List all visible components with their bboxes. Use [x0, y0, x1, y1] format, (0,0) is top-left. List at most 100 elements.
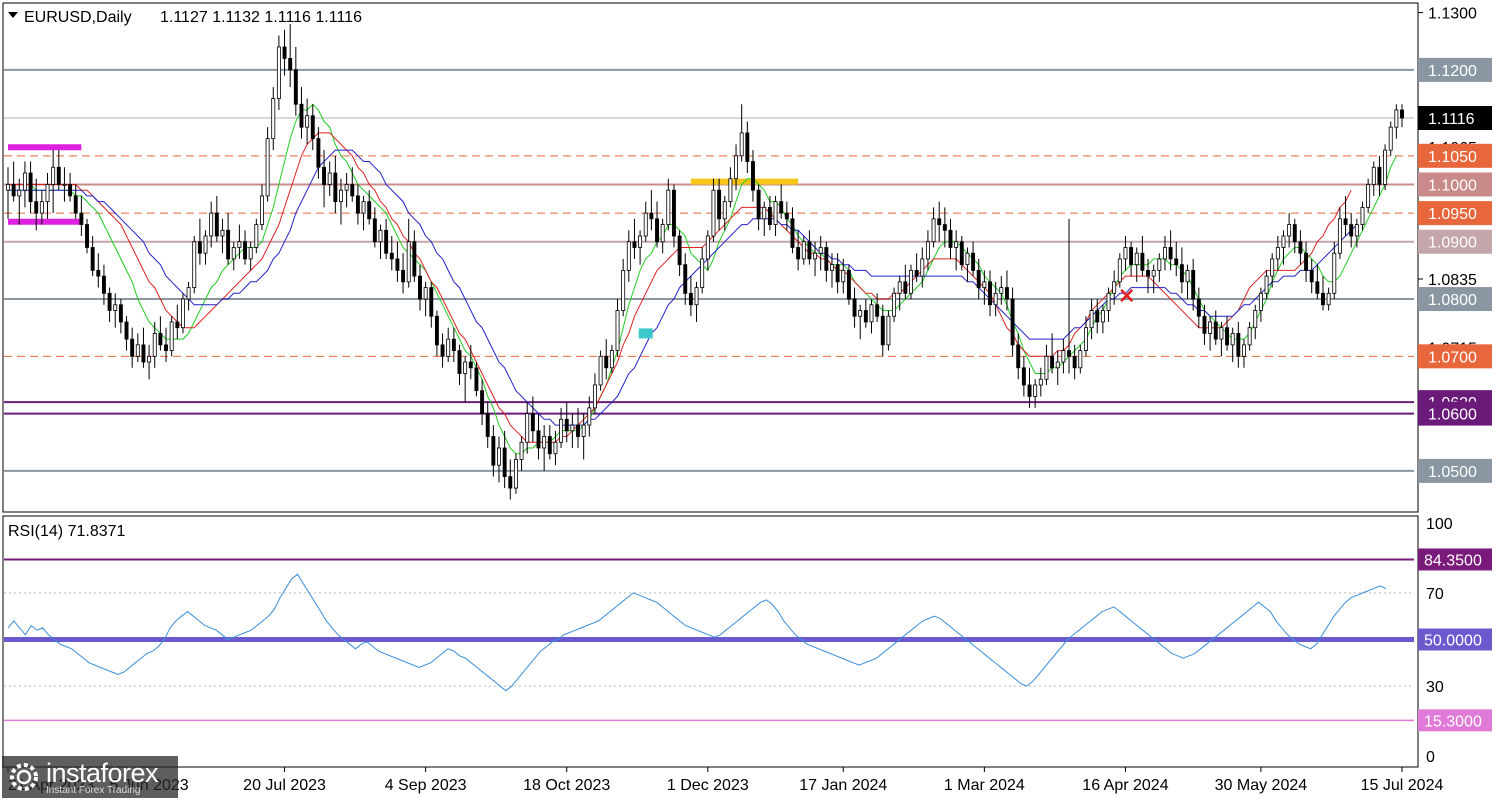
candle-body [841, 269, 846, 283]
level-tag-label: 1.0800 [1428, 292, 1477, 309]
candle-body [739, 132, 744, 157]
candle-body [418, 275, 422, 300]
candle-body [1377, 166, 1382, 185]
candle-body [643, 212, 648, 237]
candle-body [6, 184, 10, 191]
candle-body [474, 367, 479, 392]
marker-square [638, 328, 653, 339]
candle-body [327, 172, 332, 185]
candle-body [1021, 367, 1026, 386]
candle-body [1326, 292, 1331, 306]
candle-body [1213, 321, 1218, 340]
candle-body [169, 321, 174, 351]
rsi-levels [4, 558, 1414, 722]
candle-body [1151, 269, 1156, 277]
candle-body [152, 333, 157, 357]
candle-body [1004, 287, 1009, 300]
dropdown-triangle-icon[interactable] [8, 12, 18, 18]
candle-body [1394, 109, 1399, 128]
candle-body [875, 304, 880, 317]
candle-body [1100, 310, 1105, 323]
candle-body [728, 178, 733, 203]
candle-body [344, 184, 349, 191]
candle-body [513, 459, 518, 489]
candle-body [807, 241, 812, 260]
candle-body [406, 241, 411, 283]
candle-body [322, 166, 327, 185]
candle-body [96, 269, 101, 277]
candle-body [508, 476, 513, 489]
candle-body [113, 304, 118, 311]
candle-body [779, 201, 784, 214]
candle-body [914, 269, 919, 277]
candle-body [1349, 224, 1354, 237]
symbol-label: EURUSD,Daily [24, 9, 132, 26]
candle-body [576, 424, 580, 437]
candle-body [1067, 350, 1071, 357]
candle-body [773, 201, 778, 225]
candle-body [192, 241, 197, 288]
candle-body [1140, 252, 1145, 271]
candle-body [581, 424, 586, 437]
candle-body [700, 258, 705, 288]
candle-body [615, 310, 620, 351]
candle-body [609, 350, 614, 369]
candle-body [592, 384, 597, 409]
candle-body [468, 361, 473, 369]
candle-body [276, 46, 281, 99]
candle-body [339, 189, 343, 203]
candle-body [1230, 333, 1235, 346]
candle-body [660, 224, 665, 243]
time-tick-label: 16 Apr 2024 [1082, 777, 1168, 794]
candle-body [68, 184, 73, 197]
candle-body [502, 447, 507, 478]
candle-body [141, 344, 146, 363]
candle-body [767, 206, 772, 225]
candle-body [1191, 269, 1196, 300]
candle-body [1304, 252, 1309, 271]
candle-body [937, 218, 942, 225]
candle-body [1225, 327, 1230, 346]
candle-body [175, 321, 180, 329]
candle-body [869, 304, 874, 323]
candle-body [564, 418, 569, 432]
rsi-tick-label: 30 [1426, 679, 1444, 696]
candle-body [846, 269, 851, 300]
candle-body [649, 212, 654, 220]
candle-body [1360, 206, 1365, 225]
candle-body [1309, 269, 1314, 283]
time-tick-label: 17 Jan 2024 [799, 777, 887, 794]
candle-body [1258, 292, 1263, 311]
candle-body [1270, 258, 1275, 277]
candle-body [333, 172, 338, 203]
candle-body [254, 224, 259, 248]
candle-body [976, 269, 981, 288]
candle-body [1044, 355, 1049, 380]
candle-body [423, 287, 428, 300]
candle-body [971, 252, 976, 271]
candle-body [530, 413, 535, 432]
candle-body [231, 247, 236, 260]
candle-body [655, 218, 659, 243]
candle-body [1129, 247, 1134, 266]
candle-body [118, 304, 123, 323]
time-tick-label: 20 Jul 2023 [243, 777, 326, 794]
candle-body [632, 241, 637, 248]
ohlc-label: 1.1127 1.1132 1.1116 1.1116 [160, 9, 362, 26]
candle-body [536, 430, 541, 449]
time-tick-label: 15 Jul 2024 [1361, 777, 1444, 794]
candle-body [1106, 292, 1111, 311]
candle-body [830, 264, 834, 271]
candle-body [1010, 298, 1015, 346]
candle-body [480, 390, 485, 415]
rsi-tick-label: 100 [1426, 516, 1453, 533]
candle-body [1168, 247, 1173, 260]
candle-body [434, 315, 439, 346]
rsi-tick-label: 0 [1426, 749, 1435, 766]
candle-body [858, 310, 863, 317]
candle-body [1157, 258, 1162, 271]
candle-body [801, 241, 806, 260]
candle-body [852, 298, 857, 317]
candle-body [1196, 298, 1201, 317]
time-tick-label: 1 Dec 2023 [667, 777, 749, 794]
